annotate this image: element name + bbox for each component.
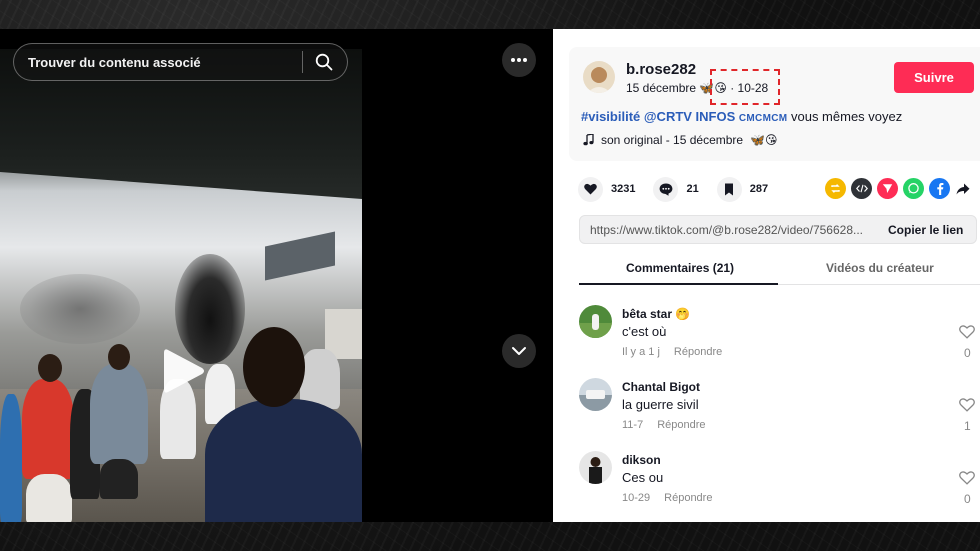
share-link-box: https://www.tiktok.com/@b.rose282/video/… bbox=[579, 215, 977, 244]
panel-tabs: Commentaires (21) Vidéos du créateur bbox=[579, 251, 980, 285]
author-username[interactable]: b.rose282 bbox=[626, 61, 696, 78]
comment-meta: Il y a 1 j Répondre bbox=[622, 346, 722, 358]
video-frame bbox=[0, 49, 362, 522]
bookmark-icon[interactable] bbox=[716, 176, 742, 202]
post-date-text: 15 décembre bbox=[626, 81, 697, 95]
comment-heart-icon[interactable] bbox=[959, 398, 975, 412]
comment-meta: 10-29 Répondre bbox=[622, 492, 712, 504]
active-tab-underline bbox=[579, 283, 778, 285]
next-video-button[interactable] bbox=[502, 334, 536, 368]
related-search-bar[interactable]: Trouver du contenu associé bbox=[13, 43, 348, 81]
music-note-icon bbox=[583, 134, 594, 146]
caption-hashtag[interactable]: #visibilité bbox=[581, 109, 640, 124]
save-stat[interactable]: 287 bbox=[716, 176, 769, 202]
reply-button[interactable]: Répondre bbox=[674, 346, 722, 358]
comment-heart-icon[interactable] bbox=[959, 325, 975, 339]
commenter-name[interactable]: Chantal Bigot bbox=[622, 380, 700, 394]
more-options-button[interactable] bbox=[502, 43, 536, 77]
music-line[interactable]: son original - 15 décembre 🦋😘 bbox=[583, 133, 778, 147]
comment-like-count: 0 bbox=[964, 346, 971, 360]
comment-like-count: 1 bbox=[964, 419, 971, 433]
comment-like-count: 0 bbox=[964, 492, 971, 506]
comment-text: c'est où bbox=[622, 324, 667, 339]
like-stat[interactable]: 3231 bbox=[578, 176, 636, 202]
share-icons bbox=[825, 178, 971, 199]
comment-text: Ces ou bbox=[622, 470, 664, 485]
comment-heart-icon[interactable] bbox=[959, 471, 975, 485]
facebook-icon[interactable] bbox=[929, 178, 950, 199]
commenter-avatar[interactable] bbox=[579, 451, 612, 484]
author-avatar[interactable] bbox=[583, 61, 615, 93]
tab-creator-videos[interactable]: Vidéos du créateur bbox=[826, 261, 934, 275]
comment-item: bêta star 🤭 c'est où Il y a 1 j Répondre … bbox=[579, 305, 979, 369]
search-input[interactable]: Trouver du contenu associé bbox=[28, 55, 302, 70]
chevron-down-icon bbox=[512, 347, 526, 355]
comment-count: 21 bbox=[686, 183, 699, 195]
music-emoji: 🦋😘 bbox=[750, 133, 778, 147]
more-dots-icon bbox=[511, 58, 527, 62]
repost-icon[interactable] bbox=[825, 178, 846, 199]
highlight-box bbox=[710, 69, 780, 105]
commenter-name[interactable]: bêta star 🤭 bbox=[622, 307, 690, 321]
search-icon[interactable] bbox=[315, 53, 333, 71]
share-arrow-icon[interactable] bbox=[955, 178, 971, 199]
search-divider bbox=[302, 51, 303, 73]
comment-time: Il y a 1 j bbox=[622, 346, 660, 358]
follow-button[interactable]: Suivre bbox=[894, 62, 974, 93]
details-panel: b.rose282 15 décembre 🦋😘 · 10-28 Suivre … bbox=[553, 29, 980, 522]
commenter-avatar[interactable] bbox=[579, 305, 612, 338]
commenter-name[interactable]: dikson bbox=[622, 453, 661, 467]
comment-time: 10-29 bbox=[622, 492, 651, 504]
comment-text: la guerre sivil bbox=[622, 397, 699, 412]
comment-meta: 11-7 Répondre bbox=[622, 419, 706, 431]
engagement-stats: 3231 21 287 bbox=[578, 176, 786, 202]
comment-icon[interactable] bbox=[653, 176, 679, 202]
save-count: 287 bbox=[749, 183, 769, 195]
commenter-avatar[interactable] bbox=[579, 378, 612, 411]
comment-time: 11-7 bbox=[622, 419, 644, 431]
tab-comments[interactable]: Commentaires (21) bbox=[626, 261, 734, 275]
play-icon[interactable] bbox=[162, 346, 206, 396]
embed-icon[interactable] bbox=[851, 178, 872, 199]
post-info-card: b.rose282 15 décembre 🦋😘 · 10-28 Suivre … bbox=[569, 47, 980, 161]
comment-item: dikson Ces ou 10-29 Répondre 0 bbox=[579, 451, 979, 515]
send-icon[interactable] bbox=[877, 178, 898, 199]
caption-mention-small[interactable]: CMCMCM bbox=[739, 113, 787, 124]
video-player[interactable]: Trouver du contenu associé bbox=[0, 29, 553, 522]
copy-link-button[interactable]: Copier le lien bbox=[880, 223, 963, 237]
comment-item: Chantal Bigot la guerre sivil 11-7 Répond… bbox=[579, 378, 979, 442]
like-count: 3231 bbox=[611, 183, 636, 195]
post-caption: #visibilité @CRTV INFOS CMCMCM vous même… bbox=[581, 109, 902, 124]
commenter-name-text[interactable]: bêta star bbox=[622, 307, 672, 321]
caption-mention[interactable]: @CRTV INFOS bbox=[644, 109, 735, 124]
whatsapp-icon[interactable] bbox=[903, 178, 924, 199]
reply-button[interactable]: Répondre bbox=[664, 492, 712, 504]
share-link-url[interactable]: https://www.tiktok.com/@b.rose282/video/… bbox=[580, 223, 880, 237]
comment-stat[interactable]: 21 bbox=[653, 176, 699, 202]
tiktok-screen: Trouver du contenu associé b.rose282 15 … bbox=[0, 29, 980, 522]
heart-icon[interactable] bbox=[578, 176, 603, 202]
music-title: son original - 15 décembre bbox=[601, 133, 744, 147]
reply-button[interactable]: Répondre bbox=[657, 419, 705, 431]
commenter-name-emoji: 🤭 bbox=[675, 307, 691, 321]
caption-text: vous mêmes voyez bbox=[787, 109, 903, 124]
